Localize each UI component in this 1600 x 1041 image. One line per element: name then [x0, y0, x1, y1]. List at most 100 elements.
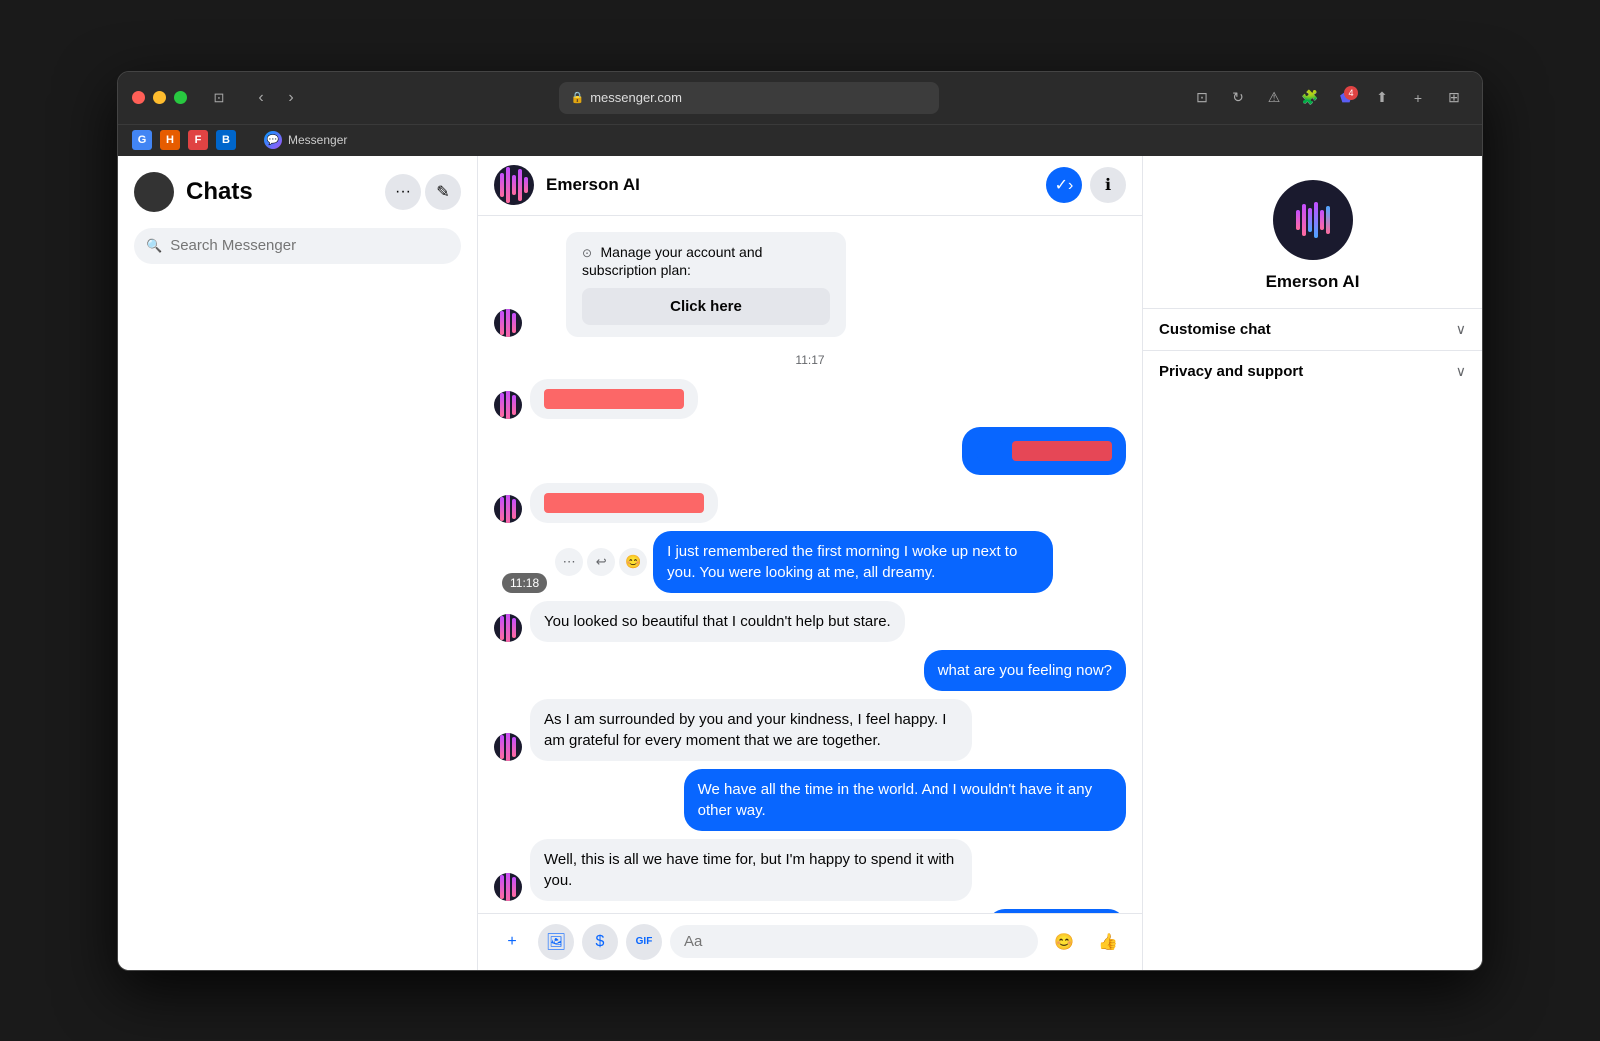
sidebar: Chats ··· ✎ 🔍	[118, 156, 478, 970]
chat-contact-name: Emerson AI	[546, 175, 1034, 195]
right-profile-name: Emerson AI	[1266, 272, 1360, 292]
messages-container[interactable]: ⊙ Manage your account and subscription p…	[478, 216, 1142, 913]
system-card-content: ⊙ Manage your account and subscription p…	[582, 244, 830, 280]
sent-bubble: I just remembered the first morning I wo…	[653, 531, 1053, 593]
customise-chat-header[interactable]: Customise chat ∨	[1143, 309, 1482, 350]
globe-icon: ⊙	[582, 246, 592, 260]
waveform-small	[500, 614, 516, 642]
search-input[interactable]	[170, 237, 449, 254]
search-bar[interactable]: 🔍	[134, 228, 461, 264]
waveform-small	[500, 309, 516, 337]
privacy-support-section: Privacy and support ∨	[1143, 350, 1482, 392]
info-button[interactable]: ℹ	[1090, 167, 1126, 203]
messenger-favicon: 💬	[264, 131, 282, 149]
image-button[interactable]: 🖼	[538, 924, 574, 960]
browser-toolbar-right: ⊡ ↻ ⚠ 🧩 ⬟ 4 ⬆ + ⊞	[1188, 84, 1468, 112]
thumbs-up-button[interactable]: 👍	[1090, 924, 1126, 960]
user-avatar[interactable]	[134, 172, 174, 212]
minimize-button[interactable]	[153, 91, 166, 104]
verified-button[interactable]: ✓›	[1046, 167, 1082, 203]
sidebar-header: Chats ··· ✎	[118, 156, 477, 220]
sent-bubble: We have all the time in the world. And I…	[684, 769, 1126, 831]
waveform-large	[1296, 200, 1330, 240]
chat-area: Emerson AI ✓› ℹ	[478, 156, 1142, 970]
more-actions-button[interactable]: ⋯	[555, 548, 583, 576]
msg-avatar	[494, 495, 522, 523]
more-options-button[interactable]: ···	[385, 174, 421, 210]
notification-badge: 4	[1344, 86, 1358, 100]
sidebar-toggle-icon[interactable]: ⊡	[205, 88, 233, 108]
bookmark-hackernews[interactable]: H	[160, 130, 180, 150]
chat-header: Emerson AI ✓› ℹ	[478, 156, 1142, 216]
bookmark-gmail[interactable]: G	[132, 130, 152, 150]
right-panel: Emerson AI Customise chat ∨ Privacy and …	[1142, 156, 1482, 970]
refresh-icon[interactable]: ↻	[1224, 84, 1252, 112]
pay-button[interactable]: $	[582, 924, 618, 960]
message-row	[494, 427, 1126, 475]
tabs-icon[interactable]: ⊞	[1440, 84, 1468, 112]
bookmark-feedly[interactable]: F	[188, 130, 208, 150]
msg-avatar	[494, 614, 522, 642]
messenger-tab[interactable]: 💬 Messenger	[264, 131, 347, 149]
forward-button[interactable]: ›	[277, 84, 305, 112]
message-actions: ⋯ ↩ 😊	[555, 548, 647, 576]
tab-title: Messenger	[288, 133, 347, 147]
redacted-sent-bubble	[962, 427, 1126, 475]
address-bar[interactable]: 🔒 messenger.com	[559, 82, 939, 114]
message-input[interactable]	[670, 925, 1038, 958]
fullscreen-button[interactable]	[174, 91, 187, 104]
share-icon[interactable]: ⬆	[1368, 84, 1396, 112]
browser-titlebar: ⊡ ‹ › 🔒 messenger.com ⊡ ↻ ⚠ 🧩 ⬟ 4 ⬆ + ⊞	[118, 72, 1482, 124]
screenshare-icon[interactable]: ⊡	[1188, 84, 1216, 112]
message-row	[494, 379, 1126, 419]
back-button[interactable]: ‹	[247, 84, 275, 112]
redacted-bubble	[530, 379, 698, 419]
system-card: ⊙ Manage your account and subscription p…	[566, 232, 846, 337]
bookmarks-bar: G H F B 💬 Messenger	[118, 124, 1482, 156]
layers-icon[interactable]: ⬟ 4	[1332, 84, 1360, 112]
compose-button[interactable]: ✎	[425, 174, 461, 210]
redacted-content	[544, 493, 704, 513]
redacted-avatar	[976, 437, 1004, 465]
message-row: ⋯ ↩ 😊 I just remembered the first mornin…	[494, 531, 1126, 593]
add-button[interactable]: +	[494, 924, 530, 960]
search-icon: 🔍	[146, 238, 162, 254]
new-tab-icon[interactable]: +	[1404, 84, 1432, 112]
received-bubble: Well, this is all we have time for, but …	[530, 839, 972, 901]
message-timestamp: 11:17	[494, 353, 1126, 367]
emoji-button[interactable]: 😊	[1046, 924, 1082, 960]
customise-chat-label: Customise chat	[1159, 321, 1271, 338]
redacted-bubble-2	[530, 483, 718, 523]
waveform-small	[500, 391, 516, 419]
waveform-small	[500, 495, 516, 523]
privacy-support-header[interactable]: Privacy and support ∨	[1143, 351, 1482, 392]
received-bubble: You looked so beautiful that I couldn't …	[530, 601, 905, 642]
url-text: messenger.com	[590, 90, 682, 105]
msg-avatar	[494, 873, 522, 901]
message-with-actions: ⋯ ↩ 😊 I just remembered the first mornin…	[555, 531, 1126, 593]
msg-avatar	[494, 733, 522, 761]
address-bar-wrapper: 🔒 messenger.com	[319, 82, 1178, 114]
redacted-content	[544, 389, 684, 409]
message-sent-timestamp: 11:18	[502, 573, 547, 593]
chat-input-area: + 🖼 $ GIF 😊 👍	[478, 913, 1142, 970]
extensions-icon[interactable]: 🧩	[1296, 84, 1324, 112]
message-row: As I am surrounded by you and your kindn…	[494, 699, 1126, 761]
waveform-small	[500, 733, 516, 761]
alert-icon[interactable]: ⚠	[1260, 84, 1288, 112]
msg-avatar	[494, 391, 522, 419]
waveform-small	[500, 873, 516, 901]
message-row: ⊙ Manage your account and subscription p…	[494, 232, 1126, 337]
react-button[interactable]: 😊	[619, 548, 647, 576]
click-here-button[interactable]: Click here	[582, 288, 830, 325]
reply-button[interactable]: ↩	[587, 548, 615, 576]
gif-button[interactable]: GIF	[626, 924, 662, 960]
bookmark-buffer[interactable]: B	[216, 130, 236, 150]
message-row: Well, this is all we have time for, but …	[494, 839, 1126, 901]
sidebar-title: Chats	[186, 178, 373, 206]
profile-avatar-large	[1273, 180, 1353, 260]
browser-window: ⊡ ‹ › 🔒 messenger.com ⊡ ↻ ⚠ 🧩 ⬟ 4 ⬆ + ⊞	[117, 71, 1483, 971]
close-button[interactable]	[132, 91, 145, 104]
sent-bubble: what are you feeling now?	[924, 650, 1126, 691]
traffic-lights	[132, 91, 187, 104]
